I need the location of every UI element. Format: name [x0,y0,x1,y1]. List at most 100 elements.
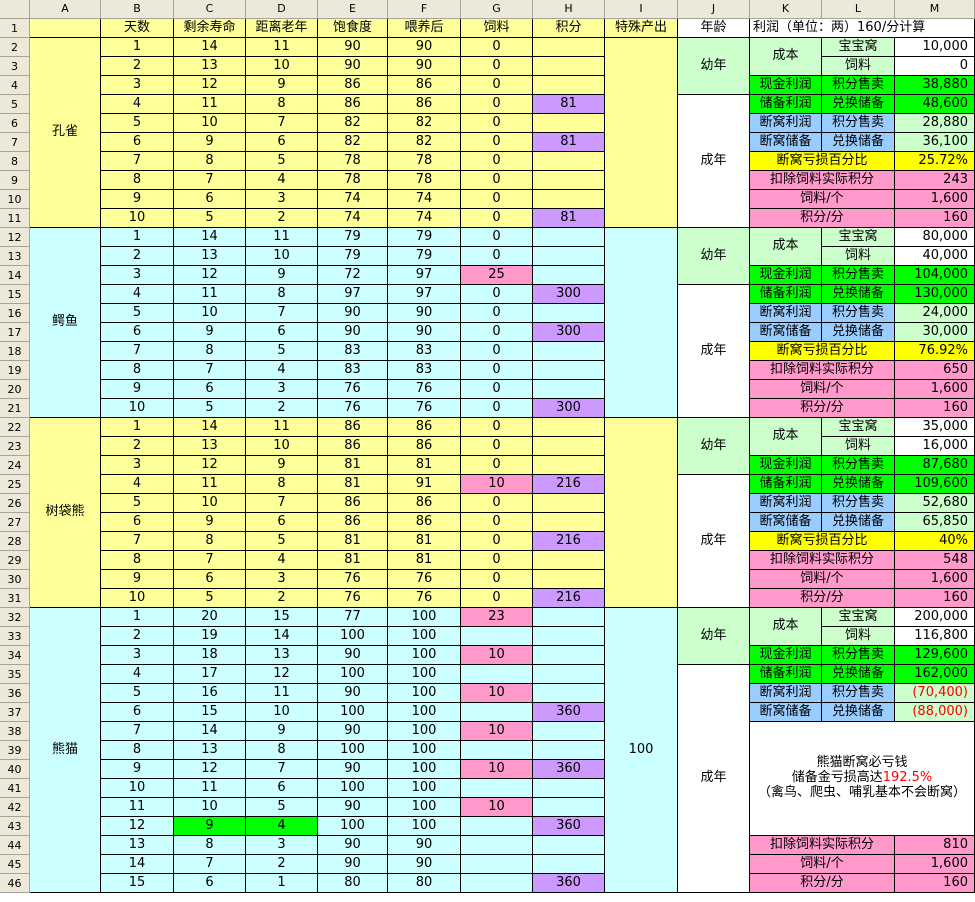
row-header-1[interactable]: 1 [0,19,30,38]
loss-percent-value[interactable]: 76.92% [895,342,975,361]
points-cell[interactable] [533,437,605,456]
header-age[interactable]: 年龄 [678,19,750,38]
points-cell[interactable]: 216 [533,532,605,551]
remaining-life-cell[interactable]: 9 [174,323,246,342]
after-feed-cell[interactable]: 80 [388,874,461,893]
feed-value[interactable]: 16,000 [895,437,975,456]
to-old-age-cell[interactable]: 10 [246,247,318,266]
remaining-life-cell[interactable]: 6 [174,874,246,893]
sell-points-label[interactable]: 积分售卖 [822,266,895,285]
column-header-e[interactable]: E [318,0,388,19]
feed-cell[interactable]: 0 [461,228,533,247]
exchange-reserve-label[interactable]: 兑换储备 [822,475,895,494]
points-cell[interactable]: 300 [533,323,605,342]
column-header-l[interactable]: L [822,0,895,19]
feed-label[interactable]: 饲料 [822,57,895,76]
animal-name[interactable]: 孔雀 [30,38,101,228]
cost-label[interactable]: 成本 [750,228,822,266]
satiety-cell[interactable]: 90 [318,38,388,57]
day-cell[interactable]: 4 [101,665,174,684]
animal-name[interactable]: 熊猫 [30,608,101,893]
after-feed-cell[interactable]: 90 [388,836,461,855]
feed-cell[interactable]: 25 [461,266,533,285]
points-cell[interactable] [533,114,605,133]
after-feed-cell[interactable]: 100 [388,779,461,798]
remaining-life-cell[interactable]: 17 [174,665,246,684]
remaining-life-cell[interactable]: 14 [174,418,246,437]
to-old-age-cell[interactable]: 8 [246,741,318,760]
remaining-life-cell[interactable]: 13 [174,247,246,266]
remaining-life-cell[interactable]: 15 [174,703,246,722]
points-cell[interactable]: 300 [533,285,605,304]
satiety-cell[interactable]: 90 [318,798,388,817]
feed-cell[interactable]: 10 [461,722,533,741]
day-cell[interactable]: 1 [101,228,174,247]
remaining-life-cell[interactable]: 16 [174,684,246,703]
select-all-corner[interactable] [0,0,30,19]
age-young-label[interactable]: 幼年 [678,608,750,665]
remaining-life-cell[interactable]: 7 [174,551,246,570]
column-header-g[interactable]: G [461,0,533,19]
to-old-age-cell[interactable]: 6 [246,779,318,798]
satiety-cell[interactable]: 81 [318,532,388,551]
feed-label[interactable]: 饲料 [822,437,895,456]
reserve-profit-label[interactable]: 储备利润 [750,285,822,304]
row-header-46[interactable]: 46 [0,874,30,893]
points-cell[interactable]: 81 [533,133,605,152]
remaining-life-cell[interactable]: 9 [174,513,246,532]
cost-label[interactable]: 成本 [750,608,822,646]
cash-profit-value[interactable]: 87,680 [895,456,975,475]
satiety-cell[interactable]: 81 [318,551,388,570]
nest-value[interactable]: 80,000 [895,228,975,247]
header-special-output[interactable]: 特殊产出 [605,19,678,38]
to-old-age-cell[interactable]: 15 [246,608,318,627]
points-per-label[interactable]: 积分/分 [750,399,895,418]
to-old-age-cell[interactable]: 8 [246,285,318,304]
feed-cell[interactable] [461,874,533,893]
wean-exchange-label[interactable]: 兑换储备 [822,513,895,532]
day-cell[interactable]: 2 [101,247,174,266]
points-cell[interactable] [533,190,605,209]
loss-percent-label[interactable]: 断窝亏损百分比 [750,152,895,171]
remaining-life-cell[interactable]: 8 [174,342,246,361]
remaining-life-cell[interactable]: 8 [174,532,246,551]
day-cell[interactable]: 3 [101,456,174,475]
row-header-33[interactable]: 33 [0,627,30,646]
to-old-age-cell[interactable]: 9 [246,456,318,475]
day-cell[interactable]: 10 [101,399,174,418]
remaining-life-cell[interactable]: 12 [174,456,246,475]
after-feed-cell[interactable]: 100 [388,798,461,817]
row-header-40[interactable]: 40 [0,760,30,779]
day-cell[interactable]: 5 [101,304,174,323]
satiety-cell[interactable]: 90 [318,57,388,76]
day-cell[interactable]: 3 [101,266,174,285]
day-cell[interactable]: 10 [101,779,174,798]
feed-cell[interactable]: 0 [461,551,533,570]
sell-points-label[interactable]: 积分售卖 [822,646,895,665]
header-cell-a[interactable] [30,19,101,38]
remaining-life-cell[interactable]: 13 [174,437,246,456]
reserve-profit-label[interactable]: 储备利润 [750,475,822,494]
header-satiety[interactable]: 饱食度 [318,19,388,38]
to-old-age-cell[interactable]: 2 [246,589,318,608]
to-old-age-cell[interactable]: 7 [246,760,318,779]
row-header-32[interactable]: 32 [0,608,30,627]
day-cell[interactable]: 2 [101,57,174,76]
satiety-cell[interactable]: 86 [318,95,388,114]
feed-cell[interactable]: 0 [461,57,533,76]
wean-profit-value[interactable]: 28,880 [895,114,975,133]
header-after-feed[interactable]: 喂养后 [388,19,461,38]
remaining-life-cell[interactable]: 6 [174,570,246,589]
to-old-age-cell[interactable]: 10 [246,57,318,76]
day-cell[interactable]: 4 [101,475,174,494]
net-points-label[interactable]: 扣除饲料实际积分 [750,836,895,855]
day-cell[interactable]: 7 [101,722,174,741]
wean-exchange-label[interactable]: 兑换储备 [822,703,895,722]
row-header-15[interactable]: 15 [0,285,30,304]
feed-cell[interactable] [461,665,533,684]
nest-value[interactable]: 200,000 [895,608,975,627]
points-cell[interactable] [533,551,605,570]
remaining-life-cell[interactable]: 12 [174,760,246,779]
age-adult-label[interactable]: 成年 [678,95,750,228]
net-points-value[interactable]: 548 [895,551,975,570]
